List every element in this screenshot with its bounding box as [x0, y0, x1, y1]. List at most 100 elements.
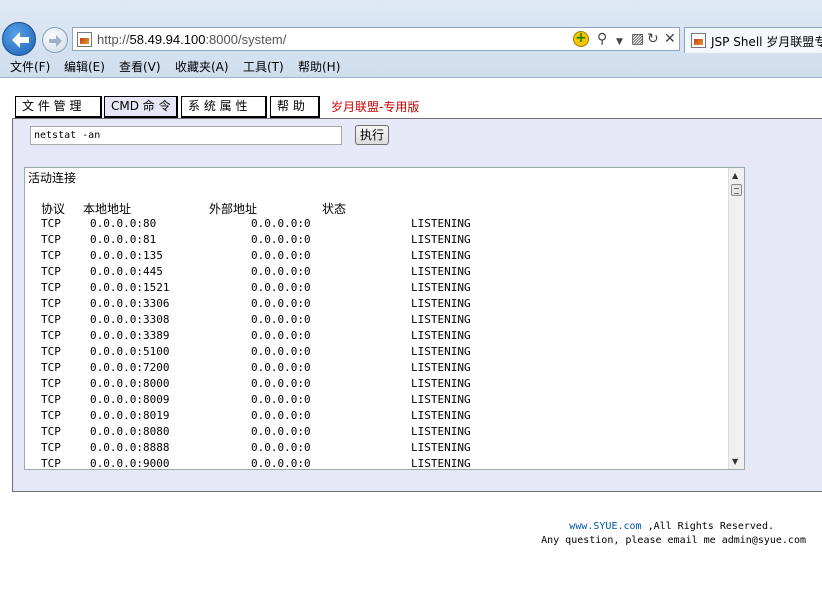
cell-protocol: TCP — [41, 425, 61, 438]
footer-copyright: www.SYUE.com ,All Rights Reserved. — [569, 520, 774, 534]
url-host: 58.49.94.100 — [129, 32, 206, 47]
cell-state: LISTENING — [411, 409, 471, 422]
cell-state: LISTENING — [411, 393, 471, 406]
nav-file-manager[interactable]: 文 件 管 理 — [15, 96, 102, 118]
address-bar[interactable]: http://58.49.94.100:8000/system/ + ⚲ ▼ ▨… — [72, 27, 680, 51]
run-button[interactable]: 执行 — [355, 125, 389, 145]
cell-protocol: TCP — [41, 393, 61, 406]
scroll-down-icon[interactable]: ▼ — [732, 457, 738, 466]
cell-local-address: 0.0.0.0:3389 — [90, 329, 170, 342]
table-row: TCP 0.0.0.0:80 0.0.0.0:0 LISTENING — [25, 216, 725, 232]
nav-system-properties[interactable]: 系 统 属 性 — [181, 96, 267, 118]
menu-edit[interactable]: 编辑(E) — [64, 58, 105, 75]
browser-chrome: http://58.49.94.100:8000/system/ + ⚲ ▼ ▨… — [0, 0, 822, 78]
table-row: TCP 0.0.0.0:3306 0.0.0.0:0 LISTENING — [25, 296, 725, 312]
cell-local-address: 0.0.0.0:135 — [90, 249, 163, 262]
compat-view-icon[interactable]: + — [573, 31, 589, 47]
scroll-thumb[interactable] — [731, 184, 742, 196]
cell-foreign-address: 0.0.0.0:0 — [251, 393, 311, 406]
cell-foreign-address: 0.0.0.0:0 — [251, 345, 311, 358]
table-row: TCP 0.0.0.0:8080 0.0.0.0:0 LISTENING — [25, 424, 725, 440]
cell-local-address: 0.0.0.0:9000 — [90, 457, 170, 470]
cell-state: LISTENING — [411, 217, 471, 230]
table-row: TCP 0.0.0.0:81 0.0.0.0:0 LISTENING — [25, 232, 725, 248]
table-row: TCP 0.0.0.0:445 0.0.0.0:0 LISTENING — [25, 264, 725, 280]
split-view-icon[interactable]: ▨ — [631, 31, 644, 47]
cell-protocol: TCP — [41, 297, 61, 310]
forward-button[interactable] — [42, 27, 68, 53]
table-row: TCP 0.0.0.0:8888 0.0.0.0:0 LISTENING — [25, 440, 725, 456]
header-local-address: 本地地址 — [83, 202, 132, 216]
cell-foreign-address: 0.0.0.0:0 — [251, 265, 311, 278]
table-row: TCP 0.0.0.0:5100 0.0.0.0:0 LISTENING — [25, 344, 725, 360]
cell-local-address: 0.0.0.0:1521 — [90, 281, 170, 294]
table-row: TCP 0.0.0.0:7200 0.0.0.0:0 LISTENING — [25, 360, 725, 376]
cell-protocol: TCP — [41, 457, 61, 470]
scrollbar[interactable]: ▲ ▼ — [728, 168, 744, 469]
cell-protocol: TCP — [41, 329, 61, 342]
cell-foreign-address: 0.0.0.0:0 — [251, 249, 311, 262]
cell-local-address: 0.0.0.0:8888 — [90, 441, 170, 454]
cell-protocol: TCP — [41, 233, 61, 246]
nav-help[interactable]: 帮 助 — [270, 96, 320, 118]
menu-help[interactable]: 帮助(H) — [298, 58, 340, 75]
menu-favorites[interactable]: 收藏夹(A) — [175, 58, 229, 75]
cell-state: LISTENING — [411, 345, 471, 358]
scroll-up-icon[interactable]: ▲ — [732, 171, 738, 180]
cell-local-address: 0.0.0.0:8000 — [90, 377, 170, 390]
cell-state: LISTENING — [411, 313, 471, 326]
footer-rights: ,All Rights Reserved. — [641, 521, 774, 532]
cell-foreign-address: 0.0.0.0:0 — [251, 281, 311, 294]
cell-state: LISTENING — [411, 249, 471, 262]
url-rest: :8000/system/ — [205, 32, 287, 47]
back-arrow-icon — [12, 32, 29, 48]
header-foreign-address: 外部地址 — [209, 202, 258, 216]
table-row: TCP 0.0.0.0:8000 0.0.0.0:0 LISTENING — [25, 376, 725, 392]
refresh-icon[interactable]: ↻ — [647, 31, 659, 47]
cell-local-address: 0.0.0.0:7200 — [90, 361, 170, 374]
cell-state: LISTENING — [411, 457, 471, 470]
cell-state: LISTENING — [411, 233, 471, 246]
cell-state: LISTENING — [411, 425, 471, 438]
cell-foreign-address: 0.0.0.0:0 — [251, 425, 311, 438]
command-output[interactable]: 活动连接 协议 本地地址 外部地址 状态 TCP 0.0.0.0:80 0.0.0.… — [24, 167, 745, 470]
menu-bar: 文件(F) 编辑(E) 查看(V) 收藏夹(A) 工具(T) 帮助(H) — [0, 56, 822, 76]
menu-file[interactable]: 文件(F) — [10, 58, 50, 75]
header-protocol: 协议 — [41, 202, 66, 216]
table-row: TCP 0.0.0.0:135 0.0.0.0:0 LISTENING — [25, 248, 725, 264]
cell-foreign-address: 0.0.0.0:0 — [251, 441, 311, 454]
tab-page-icon — [691, 33, 706, 48]
footer-site-link[interactable]: www.SYUE.com — [569, 521, 641, 532]
command-input[interactable] — [30, 126, 342, 145]
tab-jsp-shell[interactable]: JSP Shell 岁月联盟专 — [684, 27, 822, 53]
stop-icon[interactable]: ✕ — [664, 31, 676, 47]
cell-foreign-address: 0.0.0.0:0 — [251, 329, 311, 342]
cell-protocol: TCP — [41, 249, 61, 262]
menu-tools[interactable]: 工具(T) — [243, 58, 284, 75]
table-row: TCP 0.0.0.0:3389 0.0.0.0:0 LISTENING — [25, 328, 725, 344]
cell-protocol: TCP — [41, 265, 61, 278]
cell-protocol: TCP — [41, 409, 61, 422]
nav-cmd[interactable]: CMD 命 令 — [104, 96, 178, 118]
cell-state: LISTENING — [411, 329, 471, 342]
output-title: 活动连接 — [28, 171, 77, 185]
cell-protocol: TCP — [41, 281, 61, 294]
header-state: 状态 — [322, 202, 347, 216]
search-icon[interactable]: ⚲ — [597, 31, 607, 47]
page-icon — [77, 32, 92, 47]
table-row: TCP 0.0.0.0:1521 0.0.0.0:0 LISTENING — [25, 280, 725, 296]
dropdown-icon[interactable]: ▼ — [616, 34, 623, 50]
cell-local-address: 0.0.0.0:80 — [90, 217, 157, 230]
url-text[interactable]: http://58.49.94.100:8000/system/ — [97, 32, 286, 47]
brand-label: 岁月联盟-专用版 — [331, 100, 420, 114]
cell-local-address: 0.0.0.0:8080 — [90, 425, 170, 438]
cell-protocol: TCP — [41, 217, 61, 230]
back-button[interactable] — [2, 22, 36, 56]
cell-foreign-address: 0.0.0.0:0 — [251, 313, 311, 326]
menu-view[interactable]: 查看(V) — [119, 58, 161, 75]
cell-foreign-address: 0.0.0.0:0 — [251, 377, 311, 390]
table-row: TCP 0.0.0.0:3308 0.0.0.0:0 LISTENING — [25, 312, 725, 328]
cell-local-address: 0.0.0.0:445 — [90, 265, 163, 278]
cell-local-address: 0.0.0.0:81 — [90, 233, 157, 246]
forward-arrow-icon — [49, 35, 62, 47]
